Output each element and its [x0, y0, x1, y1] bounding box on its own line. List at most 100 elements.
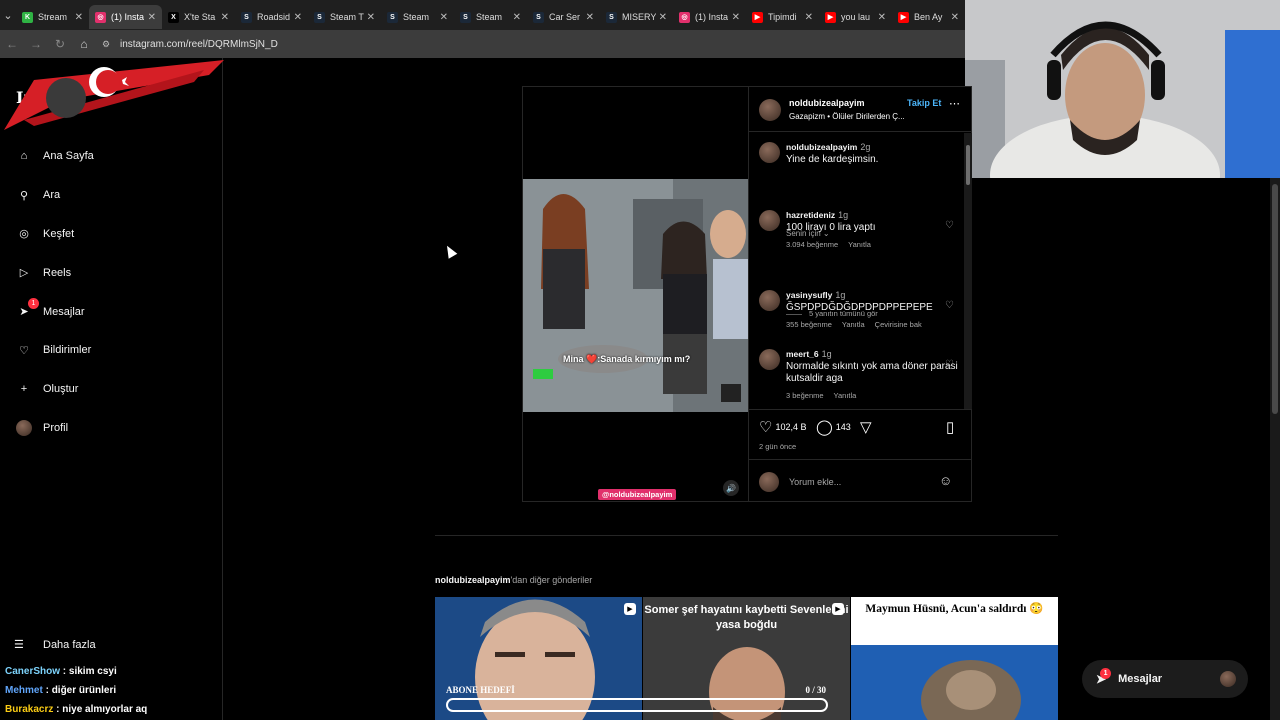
reply-link[interactable]: Yanıtla: [848, 240, 871, 249]
sidebar-item[interactable]: ◎ Keşfet: [14, 215, 94, 254]
comments-scroll-thumb[interactable]: [966, 145, 970, 185]
close-icon[interactable]: ✕: [148, 12, 156, 23]
audio-label[interactable]: Gazapizm • Ölüler Dirilerden Ç...: [789, 112, 905, 121]
sidebar-item-more[interactable]: ☰ Daha fazla: [14, 638, 96, 652]
comment-time: 1g: [835, 290, 846, 300]
post-time: 2 gün önce: [759, 442, 797, 451]
messenger-icon: ➤ 1: [14, 297, 39, 322]
sidebar-item-label: Keşfet: [43, 227, 75, 240]
comment-button[interactable]: ◯ 143: [816, 418, 851, 436]
comment-author[interactable]: yasinysufly: [786, 290, 832, 300]
subscriber-goal-count: 0 / 30: [805, 685, 826, 695]
chat-user: Mehmet: [5, 685, 43, 696]
translate-link[interactable]: Çevirisine bak: [875, 320, 922, 329]
more-options-icon[interactable]: ⋯: [949, 97, 960, 110]
tab-search-chevron-icon[interactable]: ⌄: [0, 0, 16, 30]
sidebar-item[interactable]: Profil: [14, 409, 94, 448]
browser-tab[interactable]: S Steam T ✕: [308, 5, 381, 29]
sidebar-item[interactable]: ⌂ Ana Sayfa: [14, 137, 94, 176]
close-icon[interactable]: ✕: [586, 12, 594, 23]
follow-button[interactable]: Takip Et: [907, 98, 941, 108]
close-icon[interactable]: ✕: [878, 12, 886, 23]
comment-likes[interactable]: 3.094 beğenme: [786, 240, 838, 249]
browser-tab[interactable]: ▶ Tipimdi ✕: [746, 5, 819, 29]
comment-input[interactable]: Yorum ekle...: [789, 477, 841, 487]
avatar[interactable]: [759, 99, 781, 121]
post-username[interactable]: noldubizealpayim: [789, 98, 865, 108]
avatar[interactable]: [759, 349, 780, 370]
heart-icon[interactable]: ♡: [945, 220, 954, 231]
browser-tab[interactable]: S Car Ser ✕: [527, 5, 600, 29]
like-button[interactable]: ♡ 102,4 B: [759, 418, 806, 436]
browser-tab[interactable]: S MISERY ✕: [600, 5, 673, 29]
close-icon[interactable]: ✕: [951, 12, 959, 23]
tab-label: Steam: [476, 12, 503, 22]
browser-tab[interactable]: ▶ Ben Ay ✕: [892, 5, 965, 29]
save-button[interactable]: ▯: [946, 418, 957, 436]
reel-post: Mina ❤️:Sanada kırmıyım mı? @noldubizeal…: [522, 86, 972, 502]
reply-link[interactable]: Yanıtla: [834, 391, 857, 400]
home-icon[interactable]: ⌂: [72, 37, 96, 51]
comment-likes[interactable]: 355 beğenme: [786, 320, 832, 329]
url-text[interactable]: instagram.com/reel/DQRMlmSjN_D: [120, 39, 278, 50]
share-button[interactable]: ▽: [860, 418, 875, 436]
reply-link[interactable]: Yanıtla: [842, 320, 865, 329]
sidebar-item[interactable]: + Oluştur: [14, 370, 94, 409]
page-scrollbar[interactable]: [1270, 178, 1280, 720]
video-caption: Mina ❤️:Sanada kırmıyım mı?: [563, 354, 691, 364]
browser-tab[interactable]: X X'te Sta ✕: [162, 5, 235, 29]
close-icon[interactable]: ✕: [440, 12, 448, 23]
close-icon[interactable]: ✕: [294, 12, 302, 23]
tab-favicon-icon: K: [22, 11, 33, 23]
sidebar-item-label: Ara: [43, 189, 61, 202]
sidebar-item[interactable]: ♡ Bildirimler: [14, 331, 94, 370]
close-icon[interactable]: ✕: [659, 12, 667, 23]
avatar[interactable]: [759, 290, 780, 311]
compass-icon: ◎: [19, 228, 29, 241]
more-posts-user[interactable]: noldubizealpayim: [435, 575, 511, 585]
url-field[interactable]: ⚙ instagram.com/reel/DQRMlmSjN_D: [102, 39, 278, 50]
browser-tab[interactable]: K Stream ✕: [16, 5, 89, 29]
heart-icon[interactable]: ♡: [945, 300, 954, 311]
browser-tab[interactable]: S Steam ✕: [381, 5, 454, 29]
comment-author[interactable]: noldubizealpayim: [786, 142, 857, 152]
messenger-icon: ➤ 1: [1096, 668, 1112, 686]
browser-tab[interactable]: S Steam ✕: [454, 5, 527, 29]
messages-floating-button[interactable]: ➤ 1 Mesajlar: [1082, 660, 1248, 698]
sidebar-item[interactable]: ⚲ Ara: [14, 176, 94, 215]
tab-favicon-icon: S: [606, 11, 617, 23]
stream-flag-overlay: [4, 60, 224, 130]
video-frame[interactable]: Mina ❤️:Sanada kırmıyım mı?: [523, 179, 748, 412]
comments-list: noldubizealpayim 2g Yine de kardeşimsin. …: [749, 133, 972, 409]
forward-arrow-icon[interactable]: →: [24, 37, 48, 51]
webcam-overlay: [965, 0, 1280, 178]
close-icon[interactable]: ✕: [75, 12, 83, 23]
close-icon[interactable]: ✕: [513, 12, 521, 23]
reload-icon[interactable]: ↻: [48, 37, 72, 51]
avatar[interactable]: [759, 142, 780, 163]
sidebar-item[interactable]: ➤ 1 Mesajlar: [14, 292, 94, 331]
close-icon[interactable]: ✕: [221, 12, 229, 23]
avatar[interactable]: [759, 210, 780, 231]
comment-author[interactable]: hazretideniz: [786, 210, 835, 220]
view-replies-link[interactable]: 5 yanıtın tümünü gör: [786, 309, 878, 318]
comment-author[interactable]: meert_6: [786, 349, 819, 359]
heart-icon[interactable]: ♡: [945, 359, 954, 370]
back-arrow-icon[interactable]: ←: [0, 37, 24, 51]
close-icon[interactable]: ✕: [367, 12, 375, 23]
sidebar-item[interactable]: ▷ Reels: [14, 253, 94, 292]
browser-tab[interactable]: ◎ (1) Insta ✕: [89, 5, 162, 29]
emoji-icon[interactable]: ☺: [939, 473, 952, 488]
volume-icon[interactable]: 🔊: [723, 480, 739, 496]
browser-tab[interactable]: S Roadsid ✕: [235, 5, 308, 29]
comment-likes[interactable]: 3 beğenme: [786, 391, 824, 400]
tab-favicon-icon: S: [387, 11, 398, 23]
browser-tab[interactable]: ▶ you lau ✕: [819, 5, 892, 29]
browser-tab[interactable]: ◎ (1) Insta ✕: [673, 5, 746, 29]
site-info-icon[interactable]: ⚙: [102, 39, 112, 49]
post-thumbnail[interactable]: Maymun Hüsnü, Acun'a saldırdı 😳: [851, 597, 1058, 720]
close-icon[interactable]: ✕: [732, 12, 740, 23]
page-scroll-thumb[interactable]: [1272, 184, 1278, 414]
reel-video[interactable]: Mina ❤️:Sanada kırmıyım mı? @noldubizeal…: [523, 87, 748, 501]
close-icon[interactable]: ✕: [805, 12, 813, 23]
